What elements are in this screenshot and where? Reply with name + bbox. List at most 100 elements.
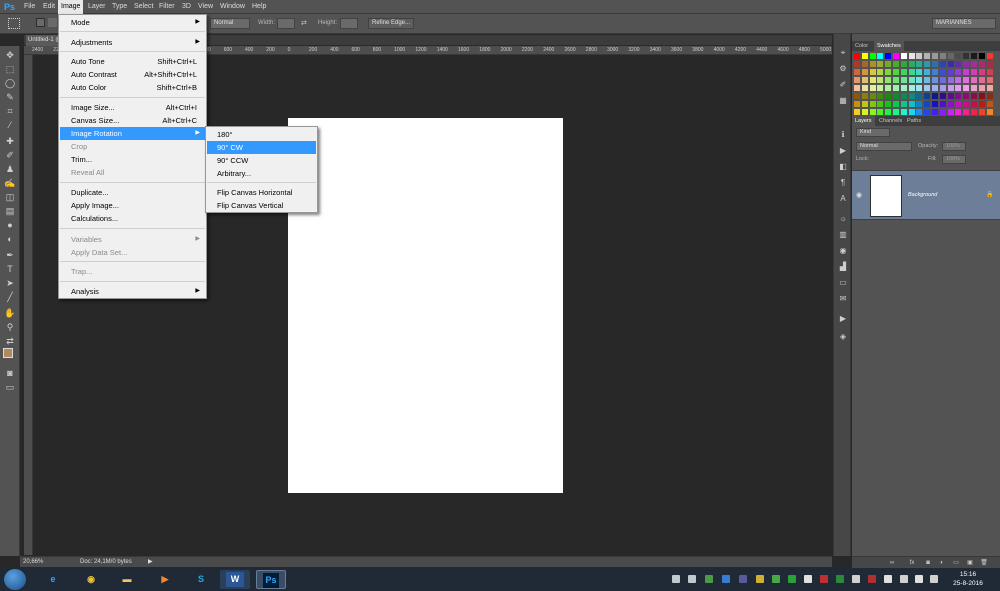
histogram-icon[interactable]: ▟ xyxy=(838,262,848,272)
color-swatch[interactable] xyxy=(955,85,962,91)
menu-select[interactable]: Select xyxy=(134,0,153,14)
menu-item-flip-vertical[interactable]: Flip Canvas Vertical xyxy=(207,199,316,212)
layer-style-icon[interactable]: fx xyxy=(908,559,916,567)
color-swatch[interactable] xyxy=(885,85,892,91)
color-swatch[interactable] xyxy=(939,85,946,91)
color-swatch[interactable] xyxy=(932,85,938,91)
fill-field[interactable]: 100% xyxy=(942,155,966,164)
tray-icon[interactable] xyxy=(672,575,680,583)
color-swatch[interactable] xyxy=(939,61,946,67)
paragraph-panel-icon[interactable]: ¶ xyxy=(838,178,848,188)
color-swatch[interactable] xyxy=(924,69,931,75)
color-swatch[interactable] xyxy=(955,77,962,83)
menu-filter[interactable]: Filter xyxy=(159,0,175,14)
blend-mode-select[interactable]: Normal xyxy=(856,142,912,151)
color-swatch[interactable] xyxy=(877,109,884,115)
color-swatch[interactable] xyxy=(854,77,860,83)
height-field[interactable] xyxy=(340,18,358,29)
color-swatch[interactable] xyxy=(854,101,860,107)
menu-item-analysis[interactable]: Analysis ▶ xyxy=(60,285,205,298)
color-swatch[interactable] xyxy=(986,109,993,115)
color-swatch[interactable] xyxy=(869,69,876,75)
photoshop-taskbar-icon[interactable]: Ps xyxy=(256,570,286,589)
color-swatch[interactable] xyxy=(963,69,970,75)
color-swatch[interactable] xyxy=(971,109,977,115)
color-swatch[interactable] xyxy=(869,85,876,91)
color-swatch[interactable] xyxy=(869,61,876,67)
color-swatch[interactable] xyxy=(978,109,985,115)
color-swatch[interactable] xyxy=(869,77,876,83)
color-swatch[interactable] xyxy=(939,101,946,107)
color-swatch[interactable] xyxy=(978,93,985,99)
color-swatch[interactable] xyxy=(908,93,915,99)
character-panel-icon[interactable]: A xyxy=(838,194,848,204)
color-swatch[interactable] xyxy=(971,53,977,59)
color-swatch[interactable] xyxy=(978,61,985,67)
color-swatch[interactable] xyxy=(900,53,907,59)
color-swatch[interactable] xyxy=(861,77,868,83)
tray-icon[interactable] xyxy=(836,575,844,583)
tray-icon[interactable] xyxy=(804,575,812,583)
color-swatch[interactable] xyxy=(939,77,946,83)
color-swatch[interactable] xyxy=(939,93,946,99)
tray-icon[interactable] xyxy=(705,575,713,583)
tool-presets-icon[interactable]: ▶ xyxy=(838,314,848,324)
color-swatch[interactable] xyxy=(900,109,907,115)
foreground-color-swatch[interactable] xyxy=(3,348,13,358)
zoom-level[interactable]: 20,66% xyxy=(23,558,43,567)
color-swatch[interactable] xyxy=(893,77,899,83)
quick-select-icon[interactable]: ✎ xyxy=(4,92,16,103)
new-layer-icon[interactable]: ▣ xyxy=(966,559,974,567)
color-swatch[interactable] xyxy=(877,77,884,83)
color-swatch[interactable] xyxy=(900,101,907,107)
color-swatch[interactable] xyxy=(877,61,884,67)
color-swatch[interactable] xyxy=(869,53,876,59)
color-swatch[interactable] xyxy=(854,93,860,99)
add-selection-icon[interactable] xyxy=(48,18,57,27)
color-swatch[interactable] xyxy=(947,85,954,91)
color-swatch[interactable] xyxy=(885,93,892,99)
tray-icon[interactable] xyxy=(900,575,908,583)
clone-source-panel-icon[interactable]: ▦ xyxy=(838,96,848,106)
menu-item-apply-data-set[interactable]: Apply Data Set... xyxy=(60,246,205,259)
color-swatch[interactable] xyxy=(971,77,977,83)
hand-icon[interactable]: ✋ xyxy=(4,308,16,319)
color-swatch[interactable] xyxy=(947,93,954,99)
tab-channels[interactable]: Channels xyxy=(876,116,905,126)
color-swatch[interactable] xyxy=(893,53,899,59)
color-swatch[interactable] xyxy=(916,93,923,99)
marquee-icon[interactable]: ⬚ xyxy=(4,64,16,75)
tray-icon[interactable] xyxy=(722,575,730,583)
menu-item-image-rotation[interactable]: Image Rotation ▶ xyxy=(60,127,205,140)
menu-item-trim[interactable]: Trim... xyxy=(60,153,205,166)
color-swatch[interactable] xyxy=(924,109,931,115)
volume-icon[interactable] xyxy=(915,575,923,583)
menu-item-crop[interactable]: Crop xyxy=(60,140,205,153)
color-swatch[interactable] xyxy=(900,61,907,67)
color-swatch[interactable] xyxy=(893,101,899,107)
color-swatch[interactable] xyxy=(971,93,977,99)
color-swatch[interactable] xyxy=(932,93,938,99)
menu-item-auto-contrast[interactable]: Auto Contrast Alt+Shift+Ctrl+L xyxy=(60,68,205,81)
color-swatch[interactable] xyxy=(908,109,915,115)
tray-icon[interactable] xyxy=(688,575,696,583)
color-swatch[interactable] xyxy=(971,85,977,91)
new-group-icon[interactable]: ▭ xyxy=(952,559,960,567)
color-swatch[interactable] xyxy=(924,101,931,107)
color-swatch[interactable] xyxy=(939,69,946,75)
color-swatch[interactable] xyxy=(877,93,884,99)
crop-icon[interactable]: ⌗ xyxy=(4,106,16,117)
color-swatch[interactable] xyxy=(885,109,892,115)
color-swatch[interactable] xyxy=(893,85,899,91)
menu-item-auto-color[interactable]: Auto Color Shift+Ctrl+B xyxy=(60,81,205,94)
color-swatch[interactable] xyxy=(900,69,907,75)
color-swatch[interactable] xyxy=(893,69,899,75)
status-menu-arrow-icon[interactable]: ▶ xyxy=(148,558,153,567)
kind-filter-select[interactable]: Kind xyxy=(856,128,890,137)
actions-panel-icon[interactable]: ▶ xyxy=(838,146,848,156)
menu-item-auto-tone[interactable]: Auto Tone Shift+Ctrl+L xyxy=(60,55,205,68)
eraser-icon[interactable]: ◫ xyxy=(4,192,16,203)
color-swatch[interactable] xyxy=(900,93,907,99)
color-swatch[interactable] xyxy=(861,109,868,115)
color-swatch[interactable] xyxy=(971,101,977,107)
